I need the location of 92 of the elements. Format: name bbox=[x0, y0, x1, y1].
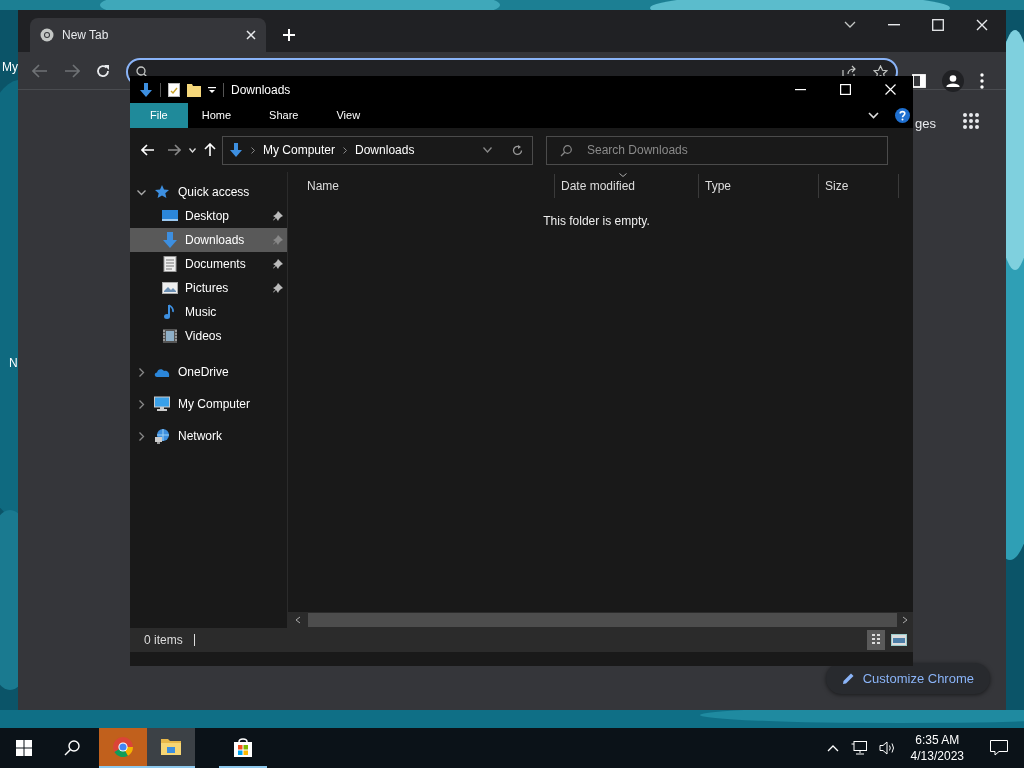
pin-icon[interactable] bbox=[273, 211, 283, 221]
dropdown-icon[interactable] bbox=[483, 147, 492, 153]
notifications-icon[interactable] bbox=[990, 740, 1008, 756]
search-icon bbox=[560, 144, 572, 157]
nav-item[interactable]: Documents bbox=[130, 252, 287, 276]
new-tab-icon[interactable] bbox=[282, 28, 296, 42]
column-header[interactable]: Type bbox=[699, 174, 819, 198]
ribbon-tab[interactable]: View bbox=[322, 103, 375, 128]
nav-item[interactable]: Pictures bbox=[130, 276, 287, 300]
nav-item[interactable]: Music bbox=[130, 300, 287, 324]
nav-item[interactable]: OneDrive bbox=[130, 356, 287, 388]
nav-item[interactable]: Network bbox=[130, 420, 287, 452]
ribbon-tab[interactable]: File bbox=[130, 103, 188, 128]
side-panel-icon[interactable] bbox=[912, 74, 926, 88]
search-icon bbox=[64, 740, 80, 756]
forward-icon[interactable] bbox=[64, 63, 80, 78]
desktop-icon bbox=[162, 208, 178, 224]
network-icon[interactable] bbox=[850, 741, 867, 755]
breadcrumb-item[interactable]: My Computer bbox=[263, 141, 336, 159]
new-folder-icon[interactable] bbox=[187, 82, 201, 97]
film-icon bbox=[162, 328, 178, 344]
folder-icon bbox=[161, 737, 181, 757]
ribbon-tab[interactable]: Share bbox=[255, 103, 313, 128]
taskbar-app[interactable] bbox=[147, 728, 195, 768]
images-link[interactable]: ges bbox=[915, 114, 936, 134]
close-icon[interactable] bbox=[976, 19, 988, 31]
chevron-right-icon[interactable] bbox=[137, 367, 146, 377]
item-count: 0 items bbox=[144, 632, 183, 649]
globe-computer-icon bbox=[154, 428, 170, 444]
windows-logo-icon bbox=[16, 740, 32, 756]
column-header[interactable]: Date modified bbox=[555, 174, 699, 198]
search-field[interactable]: Search Downloads bbox=[546, 135, 888, 165]
column-header[interactable]: Size bbox=[819, 174, 899, 198]
chevron-right-icon[interactable] bbox=[137, 399, 146, 409]
recent-locations-icon[interactable] bbox=[189, 147, 196, 153]
properties-icon[interactable] bbox=[168, 82, 180, 97]
nav-item[interactable]: Videos bbox=[130, 324, 287, 348]
up-icon[interactable] bbox=[204, 143, 216, 157]
star-icon bbox=[154, 184, 170, 200]
ribbon-tab[interactable]: Home bbox=[187, 103, 246, 128]
address-field[interactable]: My Computer Downloads bbox=[222, 135, 533, 165]
picture-frame-icon bbox=[162, 280, 178, 296]
clock-time[interactable]: 6:35 AM bbox=[910, 732, 964, 748]
chrome-logo-icon bbox=[40, 28, 54, 42]
nav-item[interactable]: Desktop bbox=[130, 204, 287, 228]
help-icon[interactable] bbox=[895, 108, 910, 123]
minimize-icon[interactable] bbox=[795, 88, 806, 91]
monitor-icon bbox=[154, 396, 170, 412]
download-arrow-icon bbox=[139, 82, 153, 97]
close-icon[interactable] bbox=[246, 30, 256, 40]
shopping-bag-icon bbox=[233, 737, 253, 757]
scrollbar-thumb[interactable] bbox=[308, 613, 897, 627]
nav-item[interactable]: Downloads bbox=[130, 228, 287, 252]
maximize-icon[interactable] bbox=[932, 19, 944, 31]
pin-icon[interactable] bbox=[273, 259, 283, 269]
menu-icon[interactable] bbox=[980, 73, 984, 89]
profile-icon[interactable] bbox=[942, 70, 964, 92]
download-arrow-icon bbox=[229, 143, 243, 157]
nav-item[interactable]: Quick access bbox=[130, 180, 287, 204]
reload-icon[interactable] bbox=[96, 63, 110, 78]
search-icon bbox=[136, 66, 148, 78]
tab-search-icon[interactable] bbox=[844, 21, 856, 29]
chevron-up-icon[interactable] bbox=[826, 744, 839, 752]
speaker-icon[interactable] bbox=[878, 741, 895, 755]
pencil-icon bbox=[841, 671, 855, 685]
chevron-right-icon bbox=[251, 146, 255, 154]
nav-item[interactable]: My Computer bbox=[130, 388, 287, 420]
document-icon bbox=[162, 256, 178, 272]
pin-icon[interactable] bbox=[273, 283, 283, 293]
refresh-icon[interactable] bbox=[512, 144, 523, 156]
column-header[interactable]: Name bbox=[301, 174, 555, 198]
chevron-right-icon bbox=[343, 146, 348, 154]
chevron-down-icon[interactable] bbox=[137, 187, 146, 197]
forward-icon[interactable] bbox=[167, 144, 181, 156]
clock-date[interactable]: 4/13/2023 bbox=[910, 748, 964, 764]
tab-title: New Tab bbox=[62, 27, 110, 44]
sort-caret-icon bbox=[619, 173, 627, 177]
chrome-logo-icon bbox=[113, 737, 133, 757]
download-arrow-icon bbox=[162, 232, 178, 248]
bookmark-star-icon[interactable] bbox=[873, 65, 888, 79]
customize-toolbar-icon[interactable] bbox=[208, 85, 216, 94]
scroll-right-icon[interactable] bbox=[901, 616, 909, 624]
empty-folder-message: This folder is empty. bbox=[543, 214, 650, 228]
large-icons-view-icon[interactable] bbox=[891, 634, 907, 646]
browser-tab[interactable]: New Tab bbox=[30, 18, 266, 52]
expand-ribbon-icon[interactable] bbox=[868, 112, 879, 119]
apps-grid-icon[interactable] bbox=[963, 113, 979, 129]
details-view-icon[interactable] bbox=[867, 630, 885, 650]
breadcrumb-item[interactable]: Downloads bbox=[355, 141, 415, 159]
chevron-right-icon[interactable] bbox=[137, 431, 146, 441]
window-title: Downloads bbox=[231, 81, 291, 99]
scroll-left-icon[interactable] bbox=[294, 616, 302, 624]
